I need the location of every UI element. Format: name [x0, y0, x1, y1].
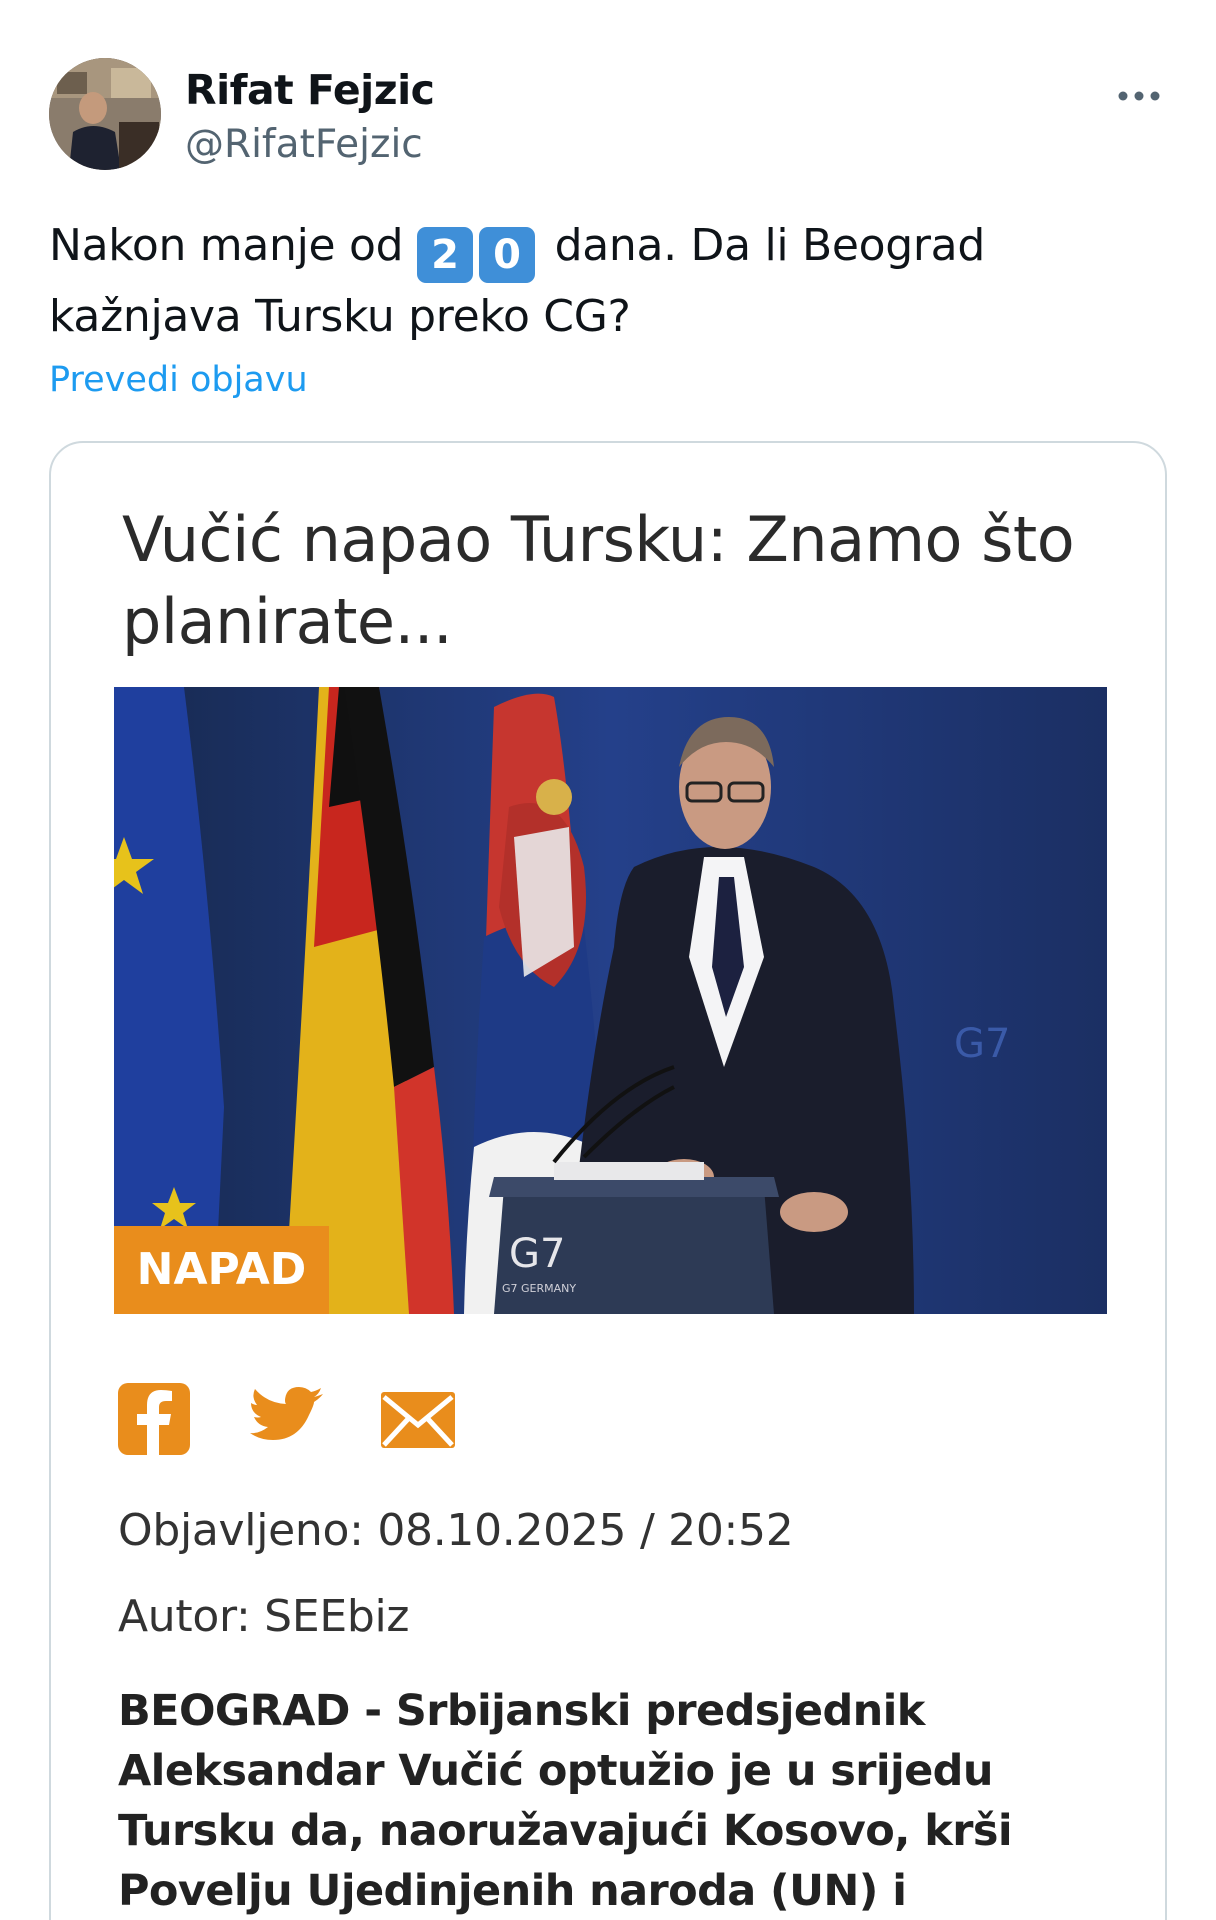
author-name[interactable]: Rifat Fejzic [185, 66, 435, 114]
article-headline: Vučić napao Tursku: Znamo što planirate.… [122, 503, 1075, 658]
more-options-button[interactable] [1109, 76, 1169, 116]
more-horizontal-icon [1118, 91, 1160, 101]
facebook-share-button[interactable] [116, 1381, 192, 1462]
podium-logo: G7 [509, 1231, 565, 1277]
category-tag: NAPAD [114, 1226, 329, 1314]
twitter-icon [250, 1387, 323, 1440]
facebook-icon [118, 1383, 190, 1455]
media-card[interactable]: Vučić napao Tursku: Znamo što planirate.… [49, 441, 1167, 1920]
keycap-digit-2: 2 [416, 227, 473, 283]
post-header: Rifat Fejzic @RifatFejzic [49, 58, 1169, 174]
article-lead: BEOGRAD - Srbijanski predsjednik Aleksan… [118, 1686, 1013, 1916]
twitter-share-button[interactable] [250, 1387, 324, 1454]
author-avatar[interactable] [49, 58, 161, 170]
mail-share-button[interactable] [380, 1391, 456, 1454]
article-author: Autor: SEEbiz [118, 1591, 410, 1642]
translate-post-link[interactable]: Prevedi objavu [49, 360, 308, 400]
author-handle[interactable]: @RifatFejzic [185, 122, 423, 167]
podium-subtitle: G7 GERMANY [502, 1282, 576, 1295]
keycap-digit-0: 0 [478, 227, 535, 283]
press-conference-image: G7 G7 G7 GERMANY [114, 687, 1107, 1314]
mail-icon [381, 1392, 455, 1448]
post-text-start: Nakon manje od [49, 220, 404, 271]
g7-watermark: G7 [954, 1021, 1010, 1067]
article-photo[interactable]: G7 G7 G7 GERMANY NAPAD [114, 687, 1107, 1314]
post-text: Nakon manje od 20 dana. Da li Beograd ka… [49, 212, 1169, 351]
avatar-image [49, 58, 161, 170]
article-published-date: Objavljeno: 08.10.2025 / 20:52 [118, 1505, 794, 1556]
